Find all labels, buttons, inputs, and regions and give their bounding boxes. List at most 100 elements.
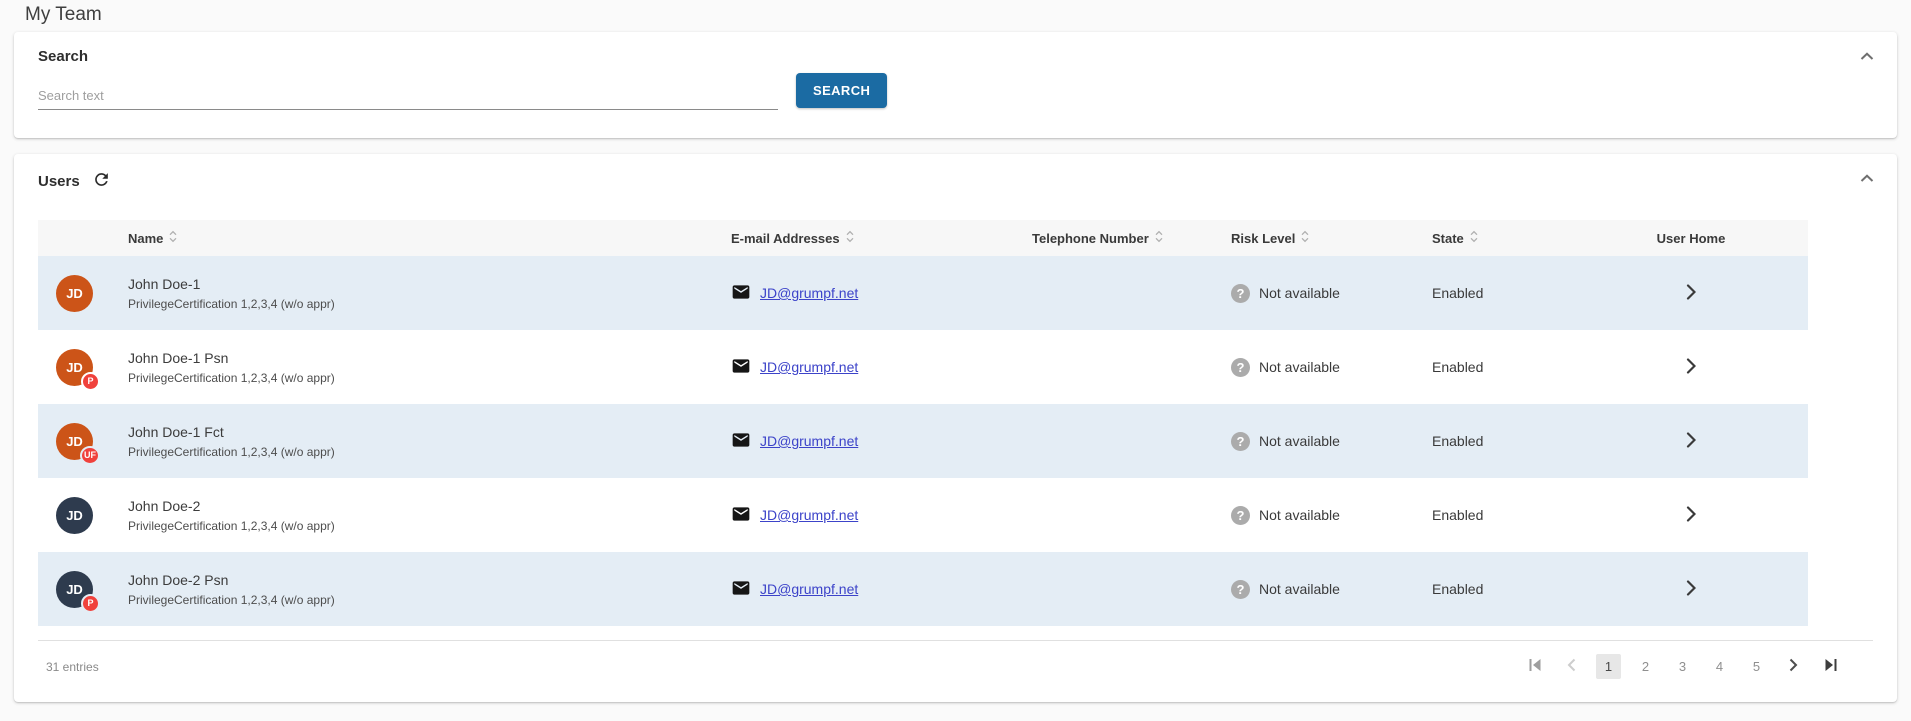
sort-icon bbox=[1301, 230, 1309, 246]
page-button-2[interactable]: 2 bbox=[1633, 654, 1658, 679]
chevron-right-icon bbox=[1686, 432, 1696, 451]
last-page-button[interactable] bbox=[1818, 654, 1843, 679]
user-home-button[interactable] bbox=[1682, 354, 1700, 381]
help-icon bbox=[1231, 506, 1250, 525]
state-text: Enabled bbox=[1432, 581, 1644, 597]
chevron-left-icon bbox=[1567, 658, 1576, 675]
help-icon bbox=[1231, 284, 1250, 303]
user-home-button[interactable] bbox=[1682, 280, 1700, 307]
table-row[interactable]: JDP John Doe-2 Psn PrivilegeCertification… bbox=[38, 552, 1808, 626]
user-home-button[interactable] bbox=[1682, 502, 1700, 529]
column-header-state[interactable]: State bbox=[1432, 230, 1644, 246]
risk-text: Not available bbox=[1259, 581, 1340, 597]
search-card: Search SEARCH bbox=[14, 32, 1897, 138]
table-footer: 31 entries 1 2 3 4 5 bbox=[38, 640, 1873, 692]
email-link[interactable]: JD@grumpf.net bbox=[760, 581, 858, 597]
page-button-5[interactable]: 5 bbox=[1744, 654, 1769, 679]
chevron-right-icon bbox=[1789, 658, 1798, 675]
avatar-badge: UF bbox=[80, 446, 100, 465]
user-home-button[interactable] bbox=[1682, 428, 1700, 455]
chevron-right-icon bbox=[1686, 284, 1696, 303]
table-row[interactable]: JDP John Doe-1 Psn PrivilegeCertification… bbox=[38, 330, 1808, 404]
user-name: John Doe-1 bbox=[128, 276, 731, 292]
risk-text: Not available bbox=[1259, 433, 1340, 449]
user-name: John Doe-2 bbox=[128, 498, 731, 514]
email-icon bbox=[731, 282, 751, 305]
column-header-phone[interactable]: Telephone Number bbox=[1032, 230, 1231, 246]
users-heading: Users bbox=[38, 173, 80, 190]
avatar: JD bbox=[56, 497, 93, 534]
user-name: John Doe-2 Psn bbox=[128, 572, 731, 588]
sort-icon bbox=[1155, 230, 1163, 246]
state-text: Enabled bbox=[1432, 433, 1644, 449]
email-icon bbox=[731, 504, 751, 527]
state-text: Enabled bbox=[1432, 285, 1644, 301]
refresh-button[interactable] bbox=[92, 170, 111, 192]
page-button-3[interactable]: 3 bbox=[1670, 654, 1695, 679]
column-header-name[interactable]: Name bbox=[128, 230, 731, 246]
help-icon bbox=[1231, 580, 1250, 599]
users-card: Users Name E-mail Addresses Telephone Nu… bbox=[14, 154, 1897, 702]
risk-text: Not available bbox=[1259, 507, 1340, 523]
email-link[interactable]: JD@grumpf.net bbox=[760, 507, 858, 523]
users-table: Name E-mail Addresses Telephone Number R… bbox=[38, 220, 1808, 626]
avatar: JD bbox=[56, 275, 93, 312]
email-link[interactable]: JD@grumpf.net bbox=[760, 285, 858, 301]
table-row[interactable]: JD John Doe-1 PrivilegeCertification 1,2,… bbox=[38, 256, 1808, 330]
sort-icon bbox=[846, 230, 854, 246]
risk-text: Not available bbox=[1259, 359, 1340, 375]
sort-icon bbox=[169, 230, 177, 246]
column-header-home: User Home bbox=[1644, 231, 1808, 246]
user-name: John Doe-1 Fct bbox=[128, 424, 731, 440]
table-row[interactable]: JD John Doe-2 PrivilegeCertification 1,2,… bbox=[38, 478, 1808, 552]
user-subtitle: PrivilegeCertification 1,2,3,4 (w/o appr… bbox=[128, 593, 731, 607]
user-subtitle: PrivilegeCertification 1,2,3,4 (w/o appr… bbox=[128, 445, 731, 459]
state-text: Enabled bbox=[1432, 507, 1644, 523]
column-header-email[interactable]: E-mail Addresses bbox=[731, 230, 1032, 246]
email-icon bbox=[731, 578, 751, 601]
skip-last-icon bbox=[1823, 658, 1839, 675]
first-page-button[interactable] bbox=[1522, 654, 1547, 679]
table-row[interactable]: JDUF John Doe-1 Fct PrivilegeCertificatio… bbox=[38, 404, 1808, 478]
user-home-button[interactable] bbox=[1682, 576, 1700, 603]
prev-page-button[interactable] bbox=[1559, 654, 1584, 679]
chevron-right-icon bbox=[1686, 580, 1696, 599]
page-button-1[interactable]: 1 bbox=[1596, 654, 1621, 679]
avatar-badge: P bbox=[81, 372, 100, 391]
next-page-button[interactable] bbox=[1781, 654, 1806, 679]
sort-icon bbox=[1470, 230, 1478, 246]
user-subtitle: PrivilegeCertification 1,2,3,4 (w/o appr… bbox=[128, 519, 731, 533]
collapse-search-button[interactable] bbox=[1855, 44, 1879, 68]
avatar: JDP bbox=[56, 571, 93, 608]
email-icon bbox=[731, 430, 751, 453]
refresh-icon bbox=[92, 170, 111, 192]
email-link[interactable]: JD@grumpf.net bbox=[760, 359, 858, 375]
pagination: 1 2 3 4 5 bbox=[1522, 654, 1843, 679]
skip-first-icon bbox=[1527, 658, 1543, 675]
table-header-row: Name E-mail Addresses Telephone Number R… bbox=[38, 220, 1808, 256]
user-subtitle: PrivilegeCertification 1,2,3,4 (w/o appr… bbox=[128, 371, 731, 385]
entries-count: 31 entries bbox=[46, 660, 99, 674]
collapse-users-button[interactable] bbox=[1855, 166, 1879, 190]
risk-text: Not available bbox=[1259, 285, 1340, 301]
column-header-risk[interactable]: Risk Level bbox=[1231, 230, 1432, 246]
chevron-right-icon bbox=[1686, 358, 1696, 377]
search-heading: Search bbox=[38, 48, 1873, 65]
chevron-right-icon bbox=[1686, 506, 1696, 525]
chevron-up-icon bbox=[1860, 171, 1874, 186]
search-button[interactable]: SEARCH bbox=[796, 73, 887, 108]
avatar: JDP bbox=[56, 349, 93, 386]
user-name: John Doe-1 Psn bbox=[128, 350, 731, 366]
chevron-up-icon bbox=[1860, 49, 1874, 64]
help-icon bbox=[1231, 432, 1250, 451]
avatar-badge: P bbox=[81, 594, 100, 613]
help-icon bbox=[1231, 358, 1250, 377]
user-subtitle: PrivilegeCertification 1,2,3,4 (w/o appr… bbox=[128, 297, 731, 311]
email-link[interactable]: JD@grumpf.net bbox=[760, 433, 858, 449]
state-text: Enabled bbox=[1432, 359, 1644, 375]
email-icon bbox=[731, 356, 751, 379]
page-title: My Team bbox=[0, 0, 1911, 32]
page-button-4[interactable]: 4 bbox=[1707, 654, 1732, 679]
search-input[interactable] bbox=[38, 80, 778, 110]
avatar: JDUF bbox=[56, 423, 93, 460]
